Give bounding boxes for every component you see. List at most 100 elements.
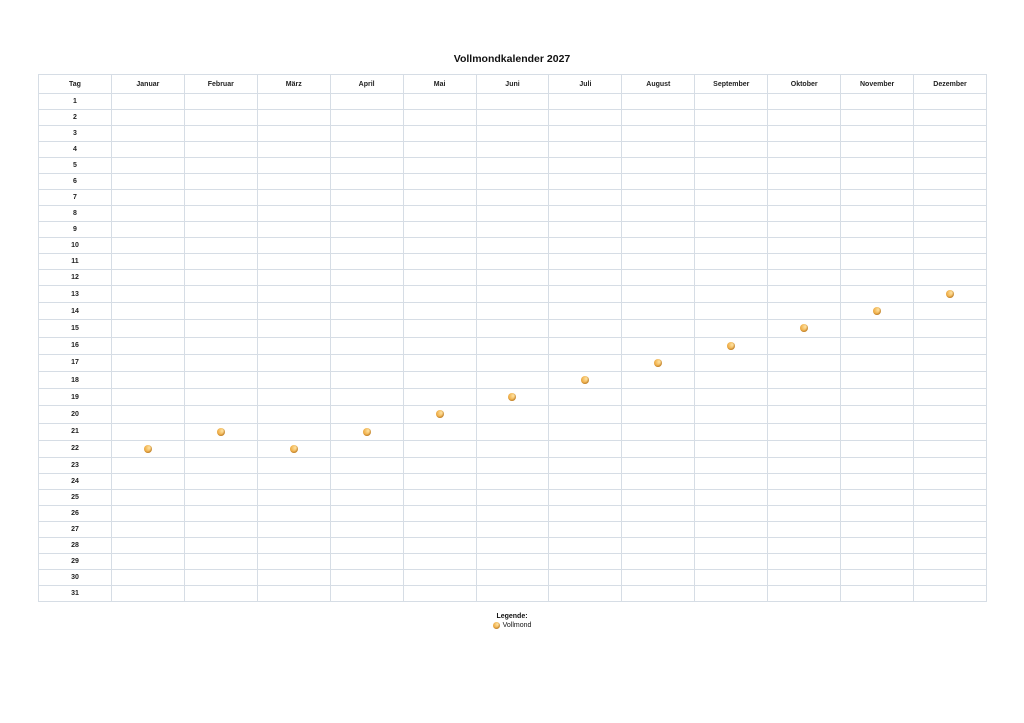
calendar-cell	[329, 284, 404, 304]
calendar-cell	[913, 109, 987, 126]
calendar-cell	[767, 568, 842, 586]
calendar-cell	[913, 488, 987, 506]
calendar-cell	[621, 422, 696, 441]
legend-title: Legende:	[496, 613, 528, 620]
calendar-cell	[840, 439, 915, 458]
calendar-cell	[256, 141, 331, 158]
calendar-cell	[840, 388, 915, 407]
day-number-cell: 21	[38, 422, 112, 441]
calendar-cell	[110, 456, 185, 474]
calendar-cell	[840, 488, 915, 506]
calendar-cell	[329, 141, 404, 158]
calendar-cell	[256, 173, 331, 190]
calendar-cell	[402, 488, 477, 506]
calendar-cell	[694, 439, 769, 458]
day-row: 19	[38, 388, 987, 407]
calendar-cell	[329, 269, 404, 286]
calendar-cell	[475, 284, 550, 304]
calendar-cell	[256, 284, 331, 304]
calendar-cell	[110, 284, 185, 304]
day-row: 22	[38, 439, 987, 458]
calendar-cell	[548, 439, 623, 458]
calendar-cell	[329, 336, 404, 355]
calendar-cell	[694, 157, 769, 174]
calendar-cell	[402, 189, 477, 206]
calendar-cell	[694, 536, 769, 554]
calendar-cell	[475, 221, 550, 238]
calendar-cell	[840, 237, 915, 254]
calendar-cell	[767, 189, 842, 206]
calendar-cell	[767, 302, 842, 321]
calendar-cell	[110, 536, 185, 554]
column-header-month: April	[329, 74, 404, 94]
calendar-cell	[694, 205, 769, 222]
calendar-cell	[840, 284, 915, 304]
day-number-cell: 12	[38, 269, 112, 286]
calendar-cell	[548, 189, 623, 206]
calendar-cell	[767, 472, 842, 490]
day-number-cell: 17	[38, 353, 112, 372]
calendar-cell	[621, 141, 696, 158]
day-number-cell: 31	[38, 584, 112, 602]
calendar-cell	[913, 422, 987, 441]
calendar-cell	[475, 488, 550, 506]
calendar-cell	[621, 237, 696, 254]
calendar-cell	[402, 336, 477, 355]
calendar-cell	[548, 388, 623, 407]
calendar-cell	[110, 568, 185, 586]
column-header-month: Juni	[475, 74, 550, 94]
full-moon-icon	[216, 427, 225, 436]
calendar-cell	[694, 109, 769, 126]
calendar-cell	[256, 456, 331, 474]
calendar-cell	[548, 93, 623, 110]
calendar-cell	[913, 319, 987, 338]
calendar-cell	[402, 422, 477, 441]
calendar-cell	[767, 319, 842, 338]
calendar-cell	[621, 584, 696, 602]
column-header-month: Mai	[402, 74, 477, 94]
calendar-cell	[913, 141, 987, 158]
calendar-cell	[256, 319, 331, 338]
calendar-cell	[183, 504, 258, 522]
day-row: 16	[38, 336, 987, 355]
calendar-cell	[475, 336, 550, 355]
calendar-cell	[256, 237, 331, 254]
day-number-cell: 28	[38, 536, 112, 554]
calendar-cell	[329, 472, 404, 490]
calendar-cell	[329, 520, 404, 538]
calendar-cell	[694, 336, 769, 355]
calendar-cell	[767, 584, 842, 602]
calendar-cell	[110, 141, 185, 158]
calendar-cell	[621, 109, 696, 126]
calendar-cell	[548, 552, 623, 570]
day-number-cell: 1	[38, 93, 112, 110]
calendar-cell	[548, 488, 623, 506]
day-number-cell: 18	[38, 370, 112, 390]
calendar-cell	[256, 253, 331, 270]
calendar-cell	[256, 157, 331, 174]
day-number-cell: 10	[38, 237, 112, 254]
calendar-cell	[256, 584, 331, 602]
calendar-cell	[475, 141, 550, 158]
calendar-cell	[110, 269, 185, 286]
calendar-cell	[183, 109, 258, 126]
column-header-month: August	[621, 74, 696, 94]
calendar-cell	[548, 109, 623, 126]
calendar-cell	[767, 109, 842, 126]
calendar-cell	[475, 472, 550, 490]
calendar-cell	[183, 405, 258, 424]
calendar-cell	[840, 205, 915, 222]
calendar-cell	[329, 370, 404, 390]
calendar-cell	[913, 456, 987, 474]
calendar-cell	[329, 388, 404, 407]
calendar-cell	[913, 157, 987, 174]
calendar-cell	[621, 405, 696, 424]
calendar-cell	[913, 584, 987, 602]
calendar-cell	[621, 439, 696, 458]
calendar-cell	[329, 157, 404, 174]
calendar-cell	[767, 269, 842, 286]
day-number-cell: 15	[38, 319, 112, 338]
calendar-cell	[183, 284, 258, 304]
calendar-cell	[840, 141, 915, 158]
calendar-cell	[329, 422, 404, 441]
